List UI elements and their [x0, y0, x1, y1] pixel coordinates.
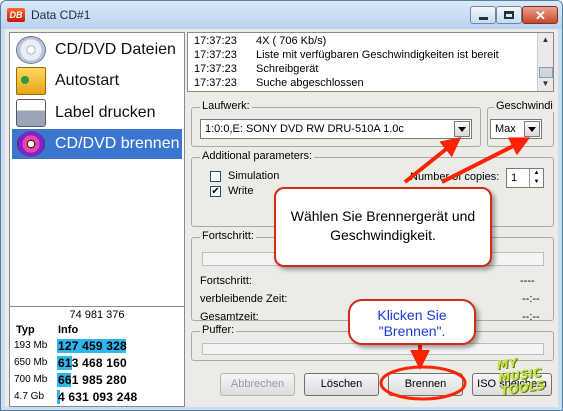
- remaining-bytes: 613 468 160: [58, 356, 127, 370]
- callout-drive-speed: Wählen Sie Brennergerät und Geschwindigk…: [274, 187, 492, 267]
- app-logo-icon: DB: [7, 8, 25, 22]
- abort-button[interactable]: Abbrechen: [220, 373, 295, 396]
- speed-select-value: Max: [495, 123, 516, 135]
- remaining-bytes: 127 459 328: [58, 339, 127, 353]
- sidebar-item-cd-dvd-files[interactable]: CD/DVD Dateien: [12, 35, 182, 65]
- drive-group-title: Laufwerk:: [200, 100, 252, 112]
- close-icon: ✕: [535, 8, 546, 23]
- total-time-label: Gesamtzeit:: [200, 311, 259, 323]
- maximize-button[interactable]: [496, 6, 522, 24]
- log-scrollbar[interactable]: ▲ ▼: [537, 33, 553, 91]
- params-group-title: Additional parameters:: [200, 150, 315, 162]
- progress-group-title: Fortschritt:: [200, 230, 256, 242]
- simulation-checkbox[interactable]: [210, 171, 221, 182]
- sidebar-item-label: CD/DVD Dateien: [55, 41, 176, 58]
- maximize-icon: [504, 11, 514, 19]
- sidebar-item-label: Autostart: [55, 72, 120, 89]
- column-header-info: Info: [58, 324, 79, 336]
- copies-label: Number of copies:: [410, 171, 500, 183]
- log-time: 17:37:23: [194, 77, 237, 89]
- total-size: 74 981 376: [69, 309, 125, 321]
- title-bar[interactable]: DB Data CD#1 ✕: [1, 1, 562, 29]
- callout-burn: Klicken Sie "Brennen".: [348, 299, 476, 345]
- burn-button[interactable]: Brennen: [388, 373, 463, 396]
- drive-group: Laufwerk: 1:0:0,E: SONY DVD RW DRU-510A …: [191, 100, 481, 147]
- remaining-bytes: 661 985 280: [58, 373, 127, 387]
- window-title: Data CD#1: [31, 8, 91, 22]
- buffer-group-title: Puffer:: [200, 324, 237, 336]
- column-header-type: Typ: [16, 324, 35, 336]
- stats-row: 650 Mb 613 468 160: [12, 356, 182, 370]
- copies-value: 1: [511, 172, 518, 184]
- write-checkbox[interactable]: ✔: [210, 186, 221, 197]
- sidebar-item-label: Label drucken: [55, 104, 156, 121]
- log-message: Liste mit verfügbaren Geschwindigkeiten …: [256, 49, 499, 61]
- progress-label: Fortschritt:: [200, 275, 252, 287]
- minimize-button[interactable]: [470, 6, 496, 24]
- minimize-icon: [479, 17, 488, 20]
- speed-group-title: Geschwindi: [494, 100, 555, 112]
- log-message: Schreibgerät: [256, 63, 319, 75]
- remaining-time-value: --:--: [522, 293, 540, 305]
- chevron-down-icon[interactable]: [454, 121, 470, 137]
- sidebar-item-burn[interactable]: CD/DVD brennen: [12, 129, 182, 159]
- sidebar-item-print-label[interactable]: Label drucken: [12, 98, 182, 128]
- speed-group: Geschwindi Max: [487, 100, 555, 147]
- remaining-time-label: verbleibende Zeit:: [200, 293, 288, 305]
- my-music-tools-logo: MY MUSIC TOOLS: [496, 351, 562, 409]
- printer-icon: [16, 99, 46, 127]
- stats-row: 4.7 Gb 4 631 093 248: [12, 390, 182, 404]
- cd-icon: [16, 36, 46, 64]
- sidebar-item-autostart[interactable]: Autostart: [12, 66, 182, 96]
- write-label: Write: [228, 185, 254, 197]
- cd-burn-icon: [16, 130, 46, 158]
- media-type: 650 Mb: [14, 357, 48, 368]
- clear-button[interactable]: Löschen: [304, 373, 379, 396]
- log-message: Suche abgeschlossen: [256, 77, 364, 89]
- log-time: 17:37:23: [194, 63, 237, 75]
- log-panel[interactable]: 17:37:23 4X ( 706 Kb/s) 17:37:23 Liste mit…: [187, 32, 554, 92]
- stats-row: 193 Mb 127 459 328: [12, 339, 182, 353]
- log-time: 17:37:23: [194, 49, 237, 61]
- folder-autostart-icon: [16, 67, 46, 95]
- stats-row: 700 Mb 661 985 280: [12, 373, 182, 387]
- drive-select-value: 1:0:0,E: SONY DVD RW DRU-510A 1.0c: [205, 123, 404, 135]
- media-type: 4.7 Gb: [14, 391, 45, 402]
- log-message: 4X ( 706 Kb/s): [256, 35, 327, 47]
- media-type: 700 Mb: [14, 374, 48, 385]
- simulation-label: Simulation: [228, 170, 280, 182]
- scroll-down-icon[interactable]: ▼: [538, 77, 553, 91]
- speed-select[interactable]: Max: [490, 119, 542, 139]
- total-time-value: --:--: [522, 311, 540, 323]
- sidebar-item-label: CD/DVD brennen: [55, 135, 180, 152]
- capacity-stats: 74 981 376 Typ Info 193 Mb 127 459 328 6…: [9, 306, 185, 407]
- media-type: 193 Mb: [14, 340, 48, 351]
- copies-stepper[interactable]: 1 ▲ ▼: [506, 168, 544, 188]
- scroll-up-icon[interactable]: ▲: [538, 33, 553, 47]
- progress-value: ----: [520, 275, 535, 287]
- remaining-bytes: 4 631 093 248: [58, 390, 138, 404]
- log-time: 17:37:23: [194, 35, 237, 47]
- chevron-down-icon[interactable]: [524, 121, 540, 137]
- drive-select[interactable]: 1:0:0,E: SONY DVD RW DRU-510A 1.0c: [200, 119, 472, 139]
- close-button[interactable]: ✕: [522, 6, 558, 24]
- spin-arrows-icon[interactable]: ▲ ▼: [529, 169, 543, 187]
